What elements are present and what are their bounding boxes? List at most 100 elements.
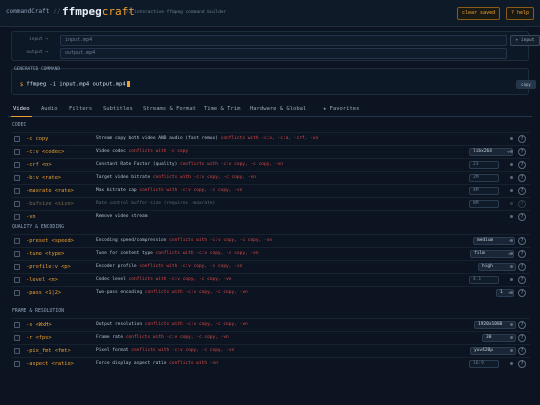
favorite-dot-icon[interactable] [510, 362, 513, 365]
help-circle-icon[interactable]: ? [518, 249, 526, 258]
option-description: Force display aspect ratio conflicts wit… [96, 361, 218, 366]
conflict-note: conflicts with -c:v copy, -c copy, -vn [180, 162, 283, 167]
conflict-note: conflicts with -c:v copy, -c copy, -vn [169, 238, 273, 243]
tab-favorites[interactable]: ★ Favorites [323, 106, 359, 112]
option-checkbox[interactable] [14, 175, 20, 181]
section-title: CODEC [12, 123, 27, 128]
option-select[interactable]: medium [473, 236, 515, 245]
option-checkbox[interactable] [14, 162, 20, 168]
option-flag: -pass <1|2> [26, 289, 62, 296]
option-flag: -preset <speed> [26, 237, 74, 244]
option-input[interactable]: 2M [469, 173, 499, 182]
help-circle-icon[interactable]: ? [518, 160, 526, 169]
option-input[interactable]: 16:9 [469, 359, 499, 368]
option-input[interactable]: 4M [469, 186, 499, 195]
favorite-dot-icon[interactable] [510, 163, 513, 166]
option-checkbox[interactable] [14, 322, 20, 328]
help-circle-icon[interactable]: ? [518, 262, 526, 271]
app-logo: ffmpegcraft [62, 5, 135, 18]
option-checkbox[interactable] [14, 214, 20, 220]
tab-audio[interactable]: Audio [41, 106, 58, 112]
favorite-dot-icon[interactable] [510, 239, 513, 242]
option-checkbox[interactable] [14, 201, 20, 207]
favorite-dot-icon[interactable] [510, 137, 513, 140]
help-circle-icon[interactable]: ? [518, 236, 526, 245]
favorite-dot-icon[interactable] [510, 291, 513, 294]
option-checkbox[interactable] [14, 188, 20, 194]
option-checkbox[interactable] [14, 238, 20, 244]
command-line[interactable]: $ ffmpeg -i input.mp4 output.mp4 [20, 81, 130, 88]
option-checkbox[interactable] [14, 251, 20, 257]
clear-saved-button[interactable]: clear saved [457, 7, 501, 20]
output-field[interactable]: output.mp4 [60, 48, 507, 59]
help-circle-icon[interactable]: ? [518, 173, 526, 182]
add-input-button[interactable]: + input [510, 35, 540, 46]
option-select[interactable]: libx264 [469, 147, 513, 156]
favorite-dot-icon[interactable] [510, 349, 513, 352]
option-flag: -level <n> [26, 276, 58, 283]
input-field[interactable]: input.mp4 [60, 35, 507, 46]
option-flag: -bufsize <size> [26, 200, 74, 207]
description-text: Tune for content type [96, 251, 153, 256]
logo-main: ffmpeg [62, 5, 102, 18]
description-text: Frame rate [96, 335, 124, 340]
favorite-dot-icon[interactable] [510, 202, 513, 205]
tab-video[interactable]: Video [11, 106, 32, 117]
favorite-dot-icon[interactable] [510, 189, 513, 192]
option-input[interactable]: 8M [469, 199, 499, 208]
option-checkbox[interactable] [14, 277, 20, 283]
help-circle-icon[interactable]: ? [518, 147, 526, 156]
favorite-dot-icon[interactable] [510, 150, 513, 153]
tab-subtitles[interactable]: Subtitles [103, 106, 133, 112]
description-text: Max bitrate cap [96, 188, 137, 193]
option-checkbox[interactable] [14, 136, 20, 142]
favorite-dot-icon[interactable] [510, 252, 513, 255]
option-input[interactable]: 23 [469, 160, 499, 169]
favorite-dot-icon[interactable] [510, 176, 513, 179]
help-circle-icon[interactable]: ? [518, 346, 526, 355]
option-select[interactable]: film [470, 249, 514, 258]
favorite-dot-icon[interactable] [510, 278, 513, 281]
option-checkbox[interactable] [14, 335, 20, 341]
brand[interactable]: commandCraft // [6, 8, 65, 15]
option-input[interactable]: 4.1 [469, 275, 499, 284]
tagline: // interactive ffmpeg command builder [126, 10, 227, 15]
help-circle-icon[interactable]: ? [518, 212, 526, 221]
option-description: Two-pass encoding conflicts with -c:v co… [96, 290, 248, 295]
description-text: Rate control buffer size (requires -maxr… [96, 201, 216, 206]
option-checkbox[interactable] [14, 264, 20, 270]
option-checkbox[interactable] [14, 361, 20, 367]
tab-streams-format[interactable]: Streams & Format [143, 106, 196, 112]
option-description: Frame rate conflicts with -c:v copy, -c … [96, 335, 229, 340]
tab-time-trim[interactable]: Time & Trim [204, 106, 240, 112]
option-flag: -profile:v <p> [26, 263, 71, 270]
option-checkbox[interactable] [14, 348, 20, 354]
help-circle-icon[interactable]: ? [518, 134, 526, 143]
option-checkbox[interactable] [14, 149, 20, 155]
option-description: Max bitrate cap conflicts with -c:v copy… [96, 188, 242, 193]
option-checkbox[interactable] [14, 290, 20, 296]
help-circle-icon[interactable]: ? [518, 199, 526, 208]
help-circle-icon[interactable]: ? [518, 333, 526, 342]
help-button[interactable]: ? help [506, 7, 535, 20]
section-title: QUALITY & ENCODING [12, 225, 64, 230]
favorite-dot-icon[interactable] [510, 336, 513, 339]
option-flag: -s <WxH> [26, 321, 52, 328]
help-circle-icon[interactable]: ? [518, 288, 526, 297]
conflict-note: conflicts with -c:v copy, -c copy, -vn [155, 251, 259, 256]
input-label: input → [29, 37, 48, 42]
brand-name[interactable]: commandCraft [6, 8, 49, 15]
favorite-dot-icon[interactable] [510, 265, 513, 268]
tab-hardware-global[interactable]: Hardware & Global [250, 106, 306, 112]
help-circle-icon[interactable]: ? [518, 359, 526, 368]
favorite-dot-icon[interactable] [510, 323, 513, 326]
help-circle-icon[interactable]: ? [518, 186, 526, 195]
conflict-note: conflicts with -c:v, -c:a, -crf, -vn [220, 136, 319, 141]
app-header: commandCraft // ffmpegcraft // interactiv… [0, 0, 540, 27]
tab-filters[interactable]: Filters [69, 106, 92, 112]
copy-button[interactable]: copy [516, 80, 536, 89]
conflict-note: conflicts with -c:v copy, -c copy, -vn [144, 290, 248, 295]
favorite-dot-icon[interactable] [510, 215, 513, 218]
help-circle-icon[interactable]: ? [518, 275, 526, 284]
help-circle-icon[interactable]: ? [518, 320, 526, 329]
